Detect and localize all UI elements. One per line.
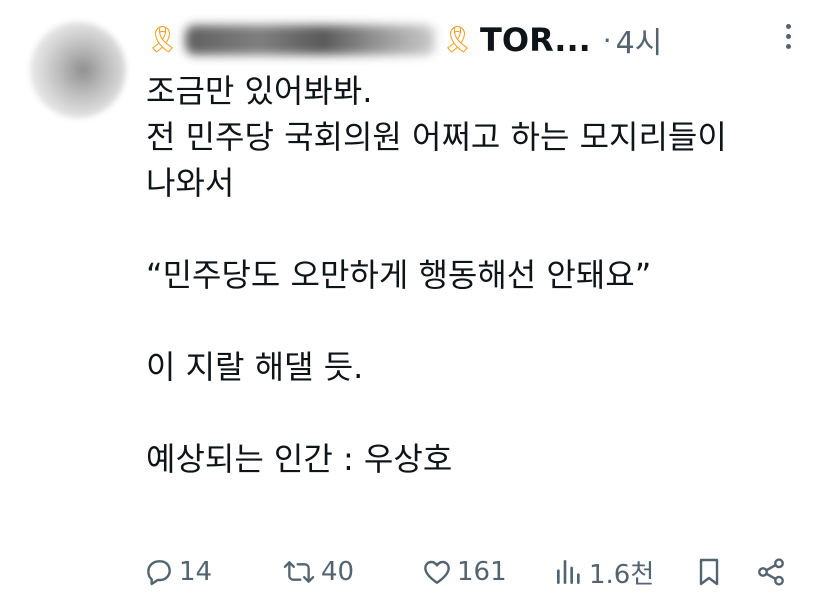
tweet-line: “민주당도 오만하게 행동해선 안돼요”: [146, 256, 652, 294]
heart-icon: [424, 560, 450, 584]
more-options-icon[interactable]: [778, 24, 798, 49]
tweet-line: 예상되는 인간 : 우상호: [146, 440, 453, 478]
action-bar: 14 40 161 1.6천: [143, 552, 803, 592]
tweet-line: 이 지랄 해댈 듯.: [146, 348, 364, 386]
blurred-display-name[interactable]: [185, 25, 436, 55]
yellow-ribbon-icon: 🎗: [146, 25, 180, 55]
like-button[interactable]: 161: [421, 556, 507, 588]
share-icon: [758, 558, 784, 586]
timestamp[interactable]: 4시: [616, 18, 663, 62]
view-count: 1.6천: [589, 559, 655, 590]
yellow-ribbon-icon: 🎗: [441, 25, 475, 55]
tweet-line: 전 민주당 국회의원 어쩌고 하는 모지리들이: [146, 118, 727, 156]
tweet-text: 조금만 있어봐봐. 전 민주당 국회의원 어쩌고 하는 모지리들이 나와서 “민…: [146, 68, 816, 482]
reply-icon: [147, 560, 171, 586]
bookmark-icon: [699, 558, 719, 586]
views-button[interactable]: 1.6천: [553, 554, 654, 591]
user-handle[interactable]: TOR...: [480, 21, 591, 59]
avatar[interactable]: [30, 22, 126, 118]
reply-count: 14: [179, 557, 213, 587]
separator: ·: [602, 23, 612, 57]
bar-chart-icon: [557, 560, 580, 584]
like-count: 161: [457, 557, 507, 587]
tweet-header: 🎗 🎗 TOR... · 4시: [146, 18, 662, 62]
share-button[interactable]: [755, 556, 787, 588]
bookmark-button[interactable]: [693, 556, 725, 588]
tweet-line: 조금만 있어봐봐.: [146, 72, 373, 110]
reply-button[interactable]: 14: [143, 556, 212, 588]
retweet-icon: [283, 561, 315, 583]
retweet-count: 40: [321, 557, 355, 587]
retweet-button[interactable]: 40: [281, 556, 354, 588]
tweet-line: 나와서: [146, 164, 235, 202]
